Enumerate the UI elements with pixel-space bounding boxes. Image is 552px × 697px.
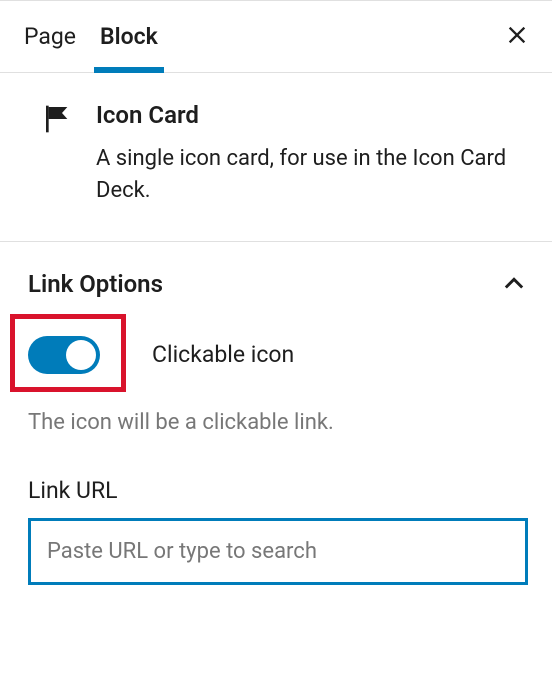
- tab-page[interactable]: Page: [24, 1, 100, 72]
- toggle-label: Clickable icon: [152, 341, 294, 368]
- toggle-help-text: The icon will be a clickable link.: [28, 410, 528, 435]
- flag-icon: [42, 103, 74, 135]
- chevron-up-icon: [500, 270, 528, 298]
- close-button[interactable]: [506, 23, 528, 51]
- section-title: Link Options: [28, 270, 163, 298]
- link-url-input[interactable]: [28, 518, 528, 585]
- block-info: Icon Card A single icon card, for use in…: [0, 73, 552, 242]
- tab-block[interactable]: Block: [100, 1, 182, 72]
- clickable-icon-toggle-row: Clickable icon: [28, 326, 528, 384]
- toggle-knob: [66, 340, 96, 370]
- clickable-icon-toggle[interactable]: [28, 336, 100, 374]
- block-description: A single icon card, for use in the Icon …: [96, 143, 528, 207]
- close-icon: [506, 24, 528, 46]
- link-url-label: Link URL: [28, 477, 528, 504]
- sidebar-tabs: Page Block: [0, 0, 552, 73]
- block-title: Icon Card: [96, 101, 528, 129]
- link-options-section: Link Options Clickable icon The icon wil…: [0, 242, 552, 609]
- section-header[interactable]: Link Options: [28, 270, 528, 298]
